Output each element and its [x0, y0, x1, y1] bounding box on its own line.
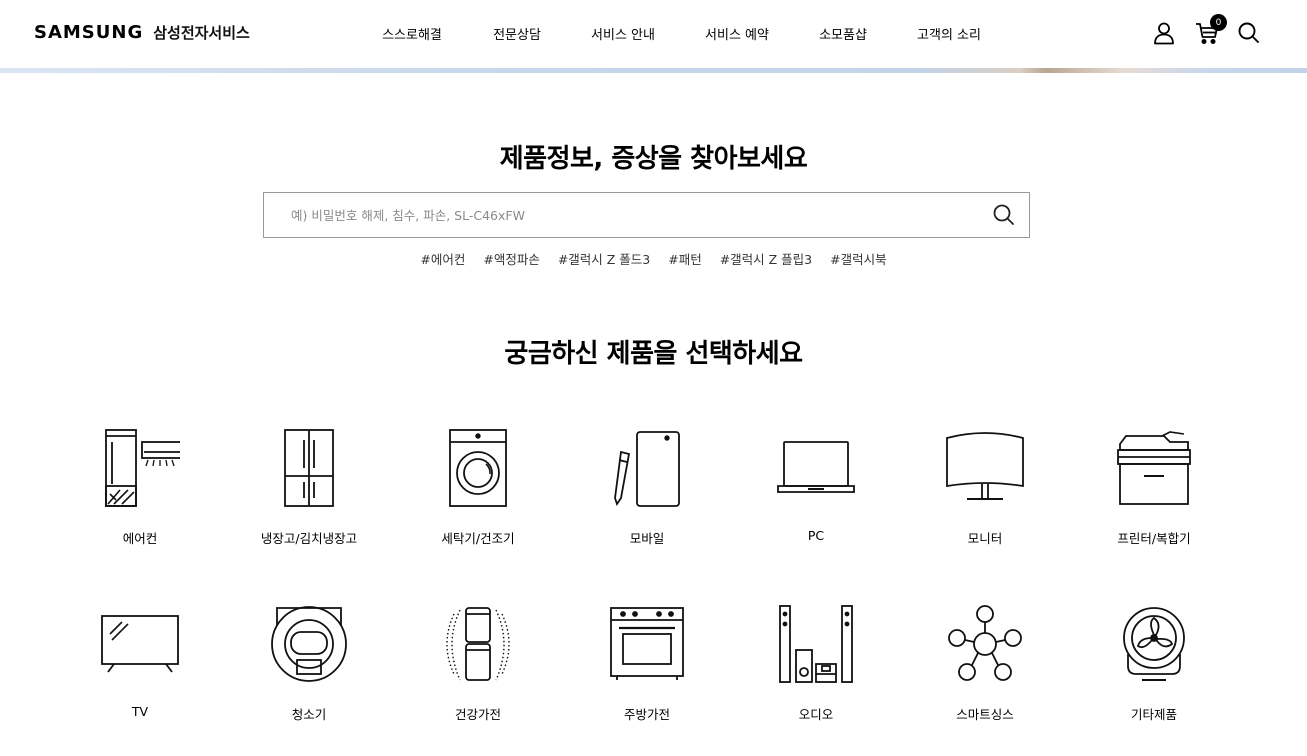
- laptop-icon: [777, 441, 855, 493]
- product-label: 건강가전: [454, 707, 501, 722]
- robot-vacuum-icon: [271, 606, 347, 682]
- product-label: PC: [807, 528, 825, 543]
- nav-service-booking[interactable]: 서비스 예약: [705, 24, 769, 43]
- product-audio[interactable]: 오디오: [741, 604, 891, 734]
- product-label: 청소기: [291, 707, 327, 722]
- search-title: 제품정보, 증상을 찾아보세요: [499, 144, 808, 174]
- main-nav: 스스로해결 전문상담 서비스 안내 서비스 예약 소모품샵 고객의 소리: [0, 24, 1307, 44]
- user-icon[interactable]: [1151, 20, 1177, 46]
- product-label: 주방가전: [623, 707, 670, 722]
- tag-screen-damage[interactable]: #액정파손: [483, 249, 539, 268]
- washing-machine-icon: [449, 429, 507, 507]
- printer-icon: [1117, 431, 1191, 505]
- hero-banner-strip: [0, 68, 1307, 73]
- nav-consumables-shop[interactable]: 소모품샵: [819, 24, 867, 43]
- popular-tags: #에어컨 #액정파손 #갤럭시 Z 폴드3 #패턴 #갤럭시 Z 플립3 #갤럭…: [0, 249, 1307, 268]
- product-label: 오디오: [798, 707, 834, 722]
- product-smartthings[interactable]: 스마트싱스: [910, 604, 1060, 734]
- audio-icon: [779, 605, 853, 683]
- product-mobile[interactable]: 모바일: [572, 428, 722, 558]
- fan-icon: [1123, 607, 1185, 681]
- product-monitor[interactable]: 모니터: [910, 428, 1060, 558]
- product-label: 기타제품: [1130, 707, 1177, 722]
- product-health-appliance[interactable]: 건강가전: [403, 604, 553, 734]
- tag-aircon[interactable]: #에어컨: [420, 249, 465, 268]
- search-submit-button[interactable]: [991, 202, 1017, 228]
- nav-consult[interactable]: 전문상담: [493, 24, 541, 43]
- cart-count-badge: 0: [1210, 14, 1227, 31]
- product-etc[interactable]: 기타제품: [1079, 604, 1229, 734]
- search-input[interactable]: [264, 193, 984, 237]
- oven-icon: [610, 607, 684, 680]
- product-pc[interactable]: PC: [741, 428, 891, 558]
- tag-galaxy-z-fold3[interactable]: #갤럭시 Z 폴드3: [558, 249, 650, 268]
- smartthings-icon: [948, 605, 1022, 681]
- search-box: [263, 192, 1030, 238]
- tag-galaxy-book[interactable]: #갤럭시북: [830, 249, 886, 268]
- product-kitchen[interactable]: 주방가전: [572, 604, 722, 734]
- tv-icon: [101, 615, 179, 673]
- air-purifier-icon: [446, 607, 510, 681]
- refrigerator-icon: [284, 429, 334, 507]
- product-label: 에어컨: [122, 531, 158, 546]
- product-washer-dryer[interactable]: 세탁기/건조기: [403, 428, 553, 558]
- air-conditioner-icon: [105, 429, 180, 507]
- cart-icon[interactable]: 0: [1194, 14, 1227, 46]
- nav-customer-voice[interactable]: 고객의 소리: [917, 24, 981, 43]
- monitor-icon: [946, 432, 1024, 500]
- product-tv[interactable]: TV: [65, 604, 215, 734]
- search-icon[interactable]: [1236, 20, 1262, 46]
- nav-self-solve[interactable]: 스스로해결: [382, 24, 442, 43]
- search-icon: [993, 204, 1014, 225]
- products-title: 궁금하신 제품을 선택하세요: [504, 339, 803, 369]
- mobile-icon: [614, 431, 680, 507]
- product-vacuum[interactable]: 청소기: [234, 604, 384, 734]
- product-label: 모바일: [629, 531, 665, 546]
- product-label: 프린터/복합기: [1117, 531, 1191, 546]
- tag-galaxy-z-flip3[interactable]: #갤럭시 Z 플립3: [720, 249, 812, 268]
- tag-pattern[interactable]: #패턴: [668, 249, 701, 268]
- product-label: 냉장고/김치냉장고: [260, 531, 358, 546]
- nav-service-guide[interactable]: 서비스 안내: [591, 24, 655, 43]
- product-label: 세탁기/건조기: [441, 531, 515, 546]
- product-label: TV: [131, 704, 149, 719]
- product-label: 모니터: [967, 531, 1003, 546]
- product-aircon[interactable]: 에어컨: [65, 428, 215, 558]
- site-header: SAMSUNG 삼성전자서비스 스스로해결 전문상담 서비스 안내 서비스 예약…: [0, 0, 1307, 68]
- product-printer[interactable]: 프린터/복합기: [1079, 428, 1229, 558]
- product-refrigerator[interactable]: 냉장고/김치냉장고: [234, 428, 384, 558]
- product-label: 스마트싱스: [956, 707, 1014, 722]
